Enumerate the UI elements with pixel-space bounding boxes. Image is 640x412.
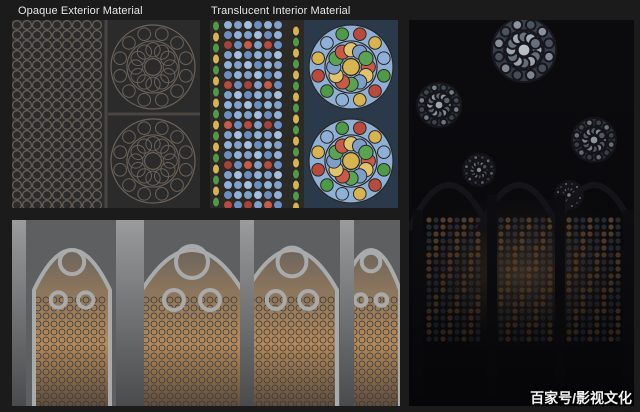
opaque-material-label: Opaque Exterior Material (18, 5, 143, 17)
opaque-exterior-window-texture (12, 20, 200, 208)
translucent-stained-glass-texture (210, 20, 398, 208)
cathedral-interior-night-render (409, 20, 634, 406)
watermark-text: 百家号/影视文化 (530, 390, 632, 406)
translucent-material-label: Translucent Interior Material (211, 5, 351, 17)
gothic-arcade-exterior-render (12, 220, 400, 406)
